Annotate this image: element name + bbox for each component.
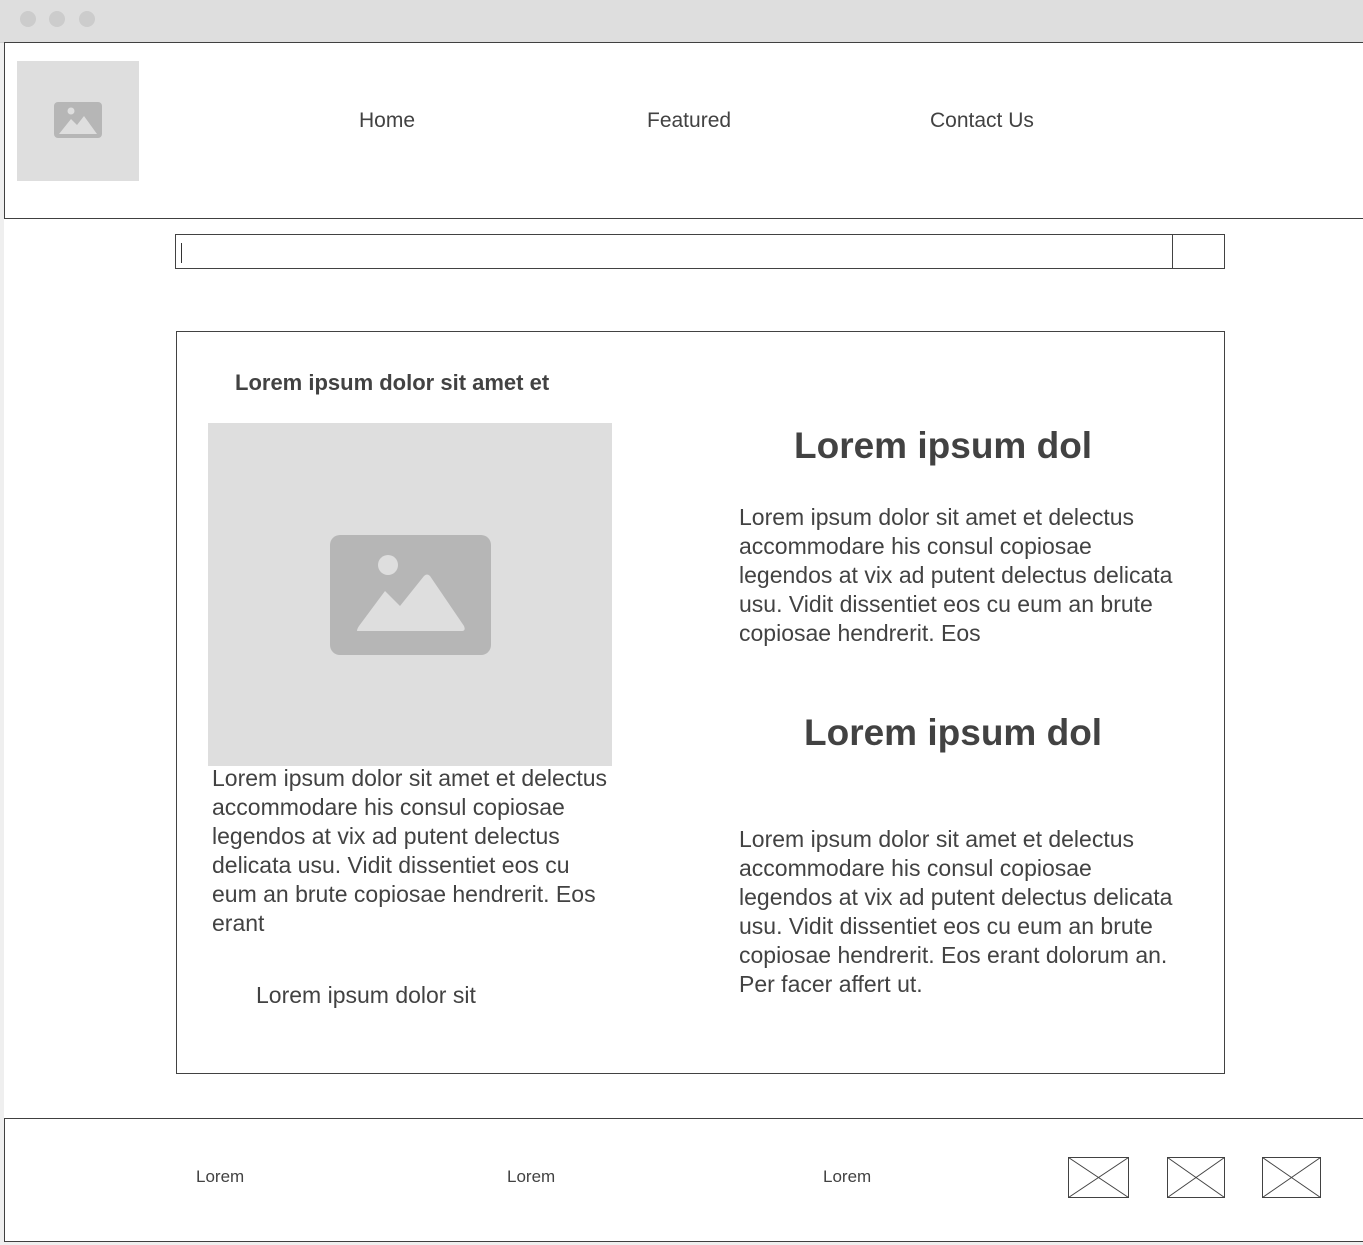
- featured-image: [208, 423, 612, 766]
- search-button[interactable]: [1172, 234, 1225, 269]
- footer-link[interactable]: Lorem: [823, 1167, 871, 1187]
- footer-link[interactable]: Lorem: [507, 1167, 555, 1187]
- image-placeholder-icon: [330, 535, 491, 655]
- text-cursor: [181, 243, 182, 263]
- section-text: Lorem ipsum dolor sit amet et delectus a…: [739, 504, 1173, 646]
- social-link[interactable]: [1068, 1157, 1129, 1198]
- card-title: Lorem ipsum dolor sit amet et: [235, 370, 550, 395]
- window-frame-edge: [0, 43, 4, 1245]
- nav-featured[interactable]: Featured: [647, 109, 731, 133]
- placeholder-icon: [1068, 1157, 1129, 1198]
- placeholder-icon: [1262, 1157, 1321, 1198]
- search-input[interactable]: [175, 234, 1173, 269]
- window-titlebar: [0, 0, 1363, 43]
- section-text: Lorem ipsum dolor sit amet et delectus a…: [739, 826, 1173, 997]
- placeholder-icon: [1167, 1157, 1225, 1198]
- image-caption: Lorem ipsum dolor sit: [256, 982, 476, 1008]
- image-placeholder-icon: [54, 102, 102, 138]
- social-link[interactable]: [1167, 1157, 1225, 1198]
- window-maximize-button[interactable]: [79, 11, 95, 27]
- window-minimize-button[interactable]: [49, 11, 65, 27]
- footer-link[interactable]: Lorem: [196, 1167, 244, 1187]
- window-close-button[interactable]: [20, 11, 36, 27]
- nav-contact-us[interactable]: Contact Us: [930, 109, 1034, 133]
- article-text: Lorem ipsum dolor sit amet et delectus a…: [212, 765, 608, 936]
- social-link[interactable]: [1262, 1157, 1321, 1198]
- logo[interactable]: [17, 61, 139, 181]
- section-heading: Lorem ipsum dol: [804, 712, 1103, 753]
- section-heading: Lorem ipsum dol: [794, 425, 1093, 466]
- nav-home[interactable]: Home: [359, 109, 415, 133]
